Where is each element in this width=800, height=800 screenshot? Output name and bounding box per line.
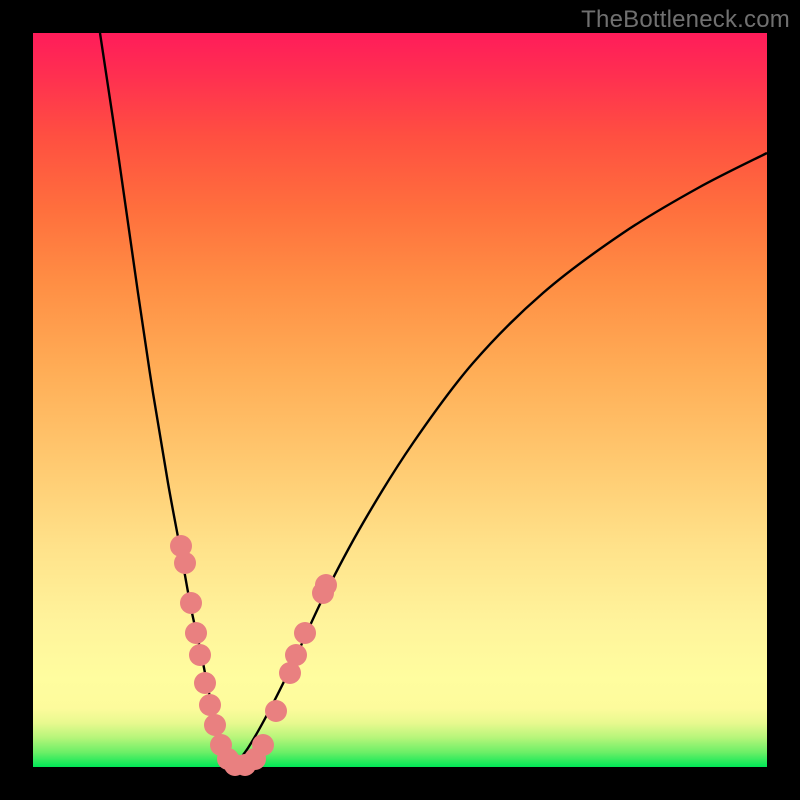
data-markers	[170, 535, 337, 776]
chart-frame: TheBottleneck.com	[0, 0, 800, 800]
data-point-marker	[315, 574, 337, 596]
data-point-marker	[204, 714, 226, 736]
plot-area	[33, 33, 767, 767]
data-point-marker	[294, 622, 316, 644]
data-point-marker	[189, 644, 211, 666]
curve-right-branch	[233, 153, 767, 767]
curve-left-branch	[100, 33, 233, 767]
data-point-marker	[285, 644, 307, 666]
data-point-marker	[265, 700, 287, 722]
data-point-marker	[185, 622, 207, 644]
data-point-marker	[194, 672, 216, 694]
curve-layer	[33, 33, 767, 767]
data-point-marker	[180, 592, 202, 614]
data-point-marker	[199, 694, 221, 716]
data-point-marker	[174, 552, 196, 574]
watermark-text: TheBottleneck.com	[581, 6, 790, 34]
data-point-marker	[252, 734, 274, 756]
